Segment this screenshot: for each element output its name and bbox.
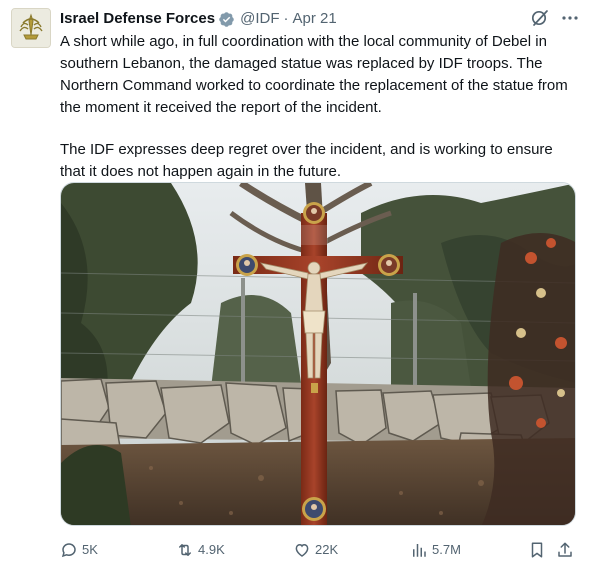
views-button[interactable]: 5.7M: [410, 538, 461, 562]
tweet-text: A short while ago, in full coordination …: [60, 31, 580, 183]
header-actions: [530, 8, 580, 28]
bookmark-button[interactable]: [528, 538, 546, 562]
like-button[interactable]: 22K: [293, 538, 338, 562]
separator-dot: ·: [283, 10, 289, 27]
like-count: 22K: [315, 542, 339, 557]
views-count: 5.7M: [432, 542, 461, 557]
grok-icon[interactable]: [530, 8, 550, 28]
more-icon[interactable]: [560, 8, 580, 28]
tweet-paragraph: A short while ago, in full coordination …: [60, 33, 568, 116]
repost-button[interactable]: 4.9K: [176, 538, 225, 562]
action-bar: 5K 4.9K 22K 5.7M: [60, 538, 576, 562]
bookmark-icon: [531, 542, 543, 558]
share-button[interactable]: [556, 538, 574, 562]
repost-icon: [179, 544, 191, 556]
tweet-paragraph: The IDF expresses deep regret over the i…: [60, 141, 553, 180]
share-icon: [558, 542, 572, 557]
handle[interactable]: @IDF: [240, 9, 279, 29]
verified-badge-icon[interactable]: [218, 11, 235, 28]
tweet-photo[interactable]: [60, 182, 576, 526]
reply-button[interactable]: 5K: [60, 538, 98, 562]
tweet: Israel Defense Forces @IDF · Apr 21 A sh…: [0, 0, 592, 568]
heart-icon: [295, 543, 309, 557]
repost-count: 4.9K: [198, 542, 225, 557]
idf-emblem-icon: [12, 9, 50, 47]
views-icon: [413, 544, 426, 557]
timestamp[interactable]: Apr 21: [292, 9, 336, 29]
reply-icon: [61, 543, 76, 558]
avatar[interactable]: [11, 8, 51, 48]
display-name[interactable]: Israel Defense Forces: [60, 9, 215, 29]
tweet-header: Israel Defense Forces @IDF · Apr 21: [60, 8, 580, 30]
reply-count: 5K: [82, 542, 98, 557]
crucifix-photo: [61, 183, 575, 525]
